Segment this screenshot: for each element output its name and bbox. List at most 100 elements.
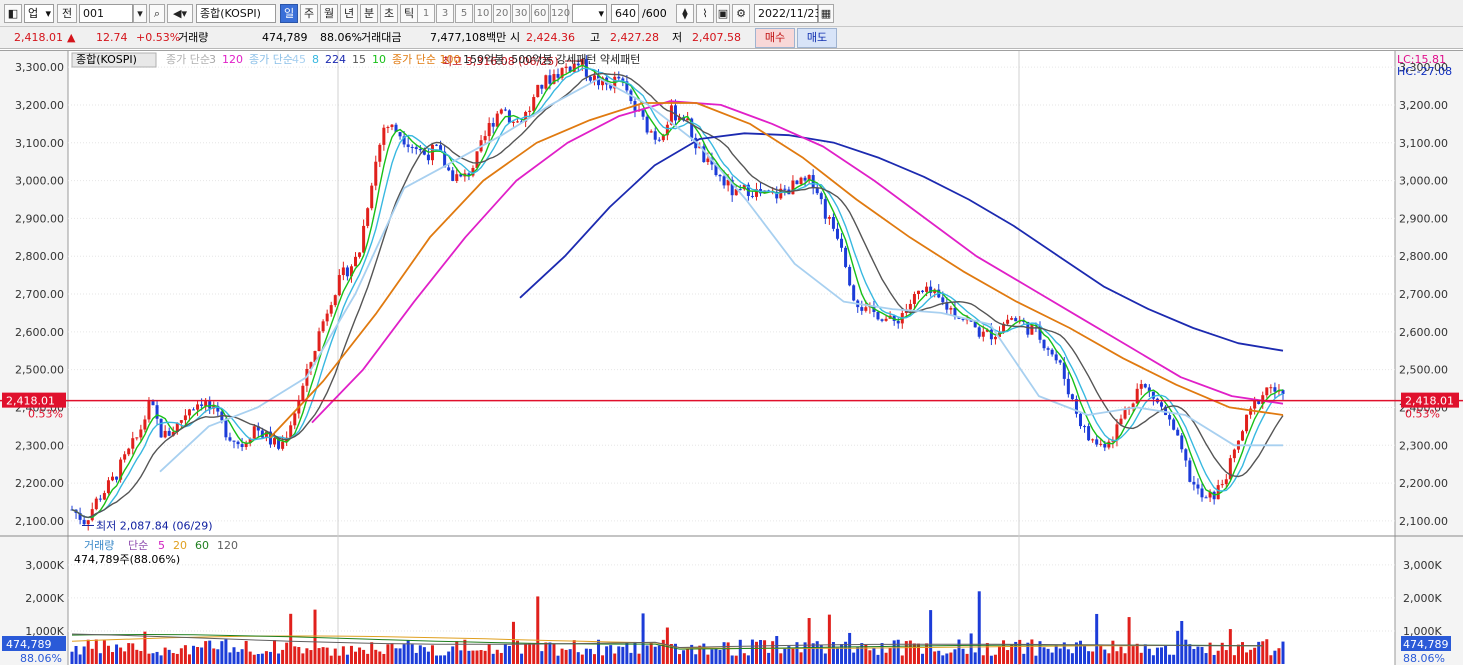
volume-bar xyxy=(969,633,973,664)
candle-body xyxy=(993,336,997,340)
candle-icon[interactable]: ⧫ xyxy=(676,4,694,23)
volume-bar xyxy=(1228,629,1232,664)
volume-bar xyxy=(657,645,661,664)
volume-bar xyxy=(645,645,649,664)
candle-body xyxy=(1103,443,1107,448)
period-tab-4[interactable]: 분 xyxy=(360,4,378,23)
candle-body xyxy=(1240,431,1244,441)
volume-bar xyxy=(74,645,78,664)
volume-bar xyxy=(921,653,925,664)
volume-bar xyxy=(200,647,204,664)
date-input[interactable]: 2022/11/23 xyxy=(754,4,821,23)
candle-body xyxy=(1083,426,1087,428)
volume-bar xyxy=(1115,651,1119,664)
volume-bar xyxy=(341,646,345,664)
period-tab-2[interactable]: 월 xyxy=(320,4,338,23)
interval-button-120[interactable]: 120 xyxy=(550,4,570,23)
gear-icon[interactable]: ⚙ xyxy=(732,4,750,23)
candle-body xyxy=(382,127,386,145)
volume-bar xyxy=(196,647,200,664)
count-input[interactable]: 640 xyxy=(611,4,639,23)
candle-body xyxy=(1107,441,1111,448)
period-tab-1[interactable]: 주 xyxy=(300,4,318,23)
volume-bar xyxy=(536,596,540,664)
volume-bar xyxy=(1176,630,1180,664)
save-icon[interactable]: ▣ xyxy=(716,4,730,23)
volume-bar xyxy=(584,648,588,664)
volume-bar xyxy=(900,655,904,664)
volume-bar xyxy=(1111,640,1115,664)
candle-body xyxy=(386,127,390,129)
candle-body xyxy=(564,66,568,69)
volume-bar xyxy=(831,642,835,664)
volume-bar xyxy=(653,646,657,664)
period-tab-6[interactable]: 틱 xyxy=(400,4,418,23)
candle-body xyxy=(483,136,487,141)
interval-button-3[interactable]: 3 xyxy=(436,4,454,23)
candle-body xyxy=(200,404,204,406)
candle-body xyxy=(398,132,402,137)
candle-body xyxy=(418,149,422,151)
volume-bar xyxy=(1123,653,1127,664)
candle-body xyxy=(378,144,382,162)
candle-body xyxy=(831,217,835,229)
volume-bar xyxy=(965,653,969,664)
candle-body xyxy=(516,121,520,123)
sell-button[interactable]: 매도 xyxy=(797,28,837,48)
candle-body xyxy=(252,426,256,439)
sound-icon[interactable]: ◀▾ xyxy=(167,4,193,23)
volume-bar xyxy=(1131,646,1135,664)
volume-bar xyxy=(439,655,443,664)
calendar-icon[interactable]: ▦ xyxy=(818,4,834,23)
indicator-icon[interactable]: ⌇ xyxy=(696,4,714,23)
market-select[interactable]: 업 ▾ xyxy=(24,4,54,23)
volume-bar xyxy=(835,647,839,664)
period-tab-5[interactable]: 초 xyxy=(380,4,398,23)
volume-bar xyxy=(588,648,592,664)
candle-body xyxy=(475,151,479,168)
buy-button[interactable]: 매수 xyxy=(755,28,795,48)
volume-bar xyxy=(1058,648,1062,664)
candle-body xyxy=(1087,426,1091,441)
interval-button-60[interactable]: 60 xyxy=(531,4,549,23)
candle-body xyxy=(390,124,394,128)
candle-body xyxy=(192,409,196,411)
volume-bar xyxy=(686,648,690,664)
candle-body xyxy=(1204,497,1208,499)
volume-bar xyxy=(216,649,220,664)
interval-button-1[interactable]: 1 xyxy=(417,4,435,23)
volume-bar xyxy=(1099,645,1103,664)
candle-body xyxy=(1099,443,1103,445)
volume-bar xyxy=(1265,639,1269,664)
period-tab-0[interactable]: 일 xyxy=(280,4,298,23)
period-tab-3[interactable]: 년 xyxy=(340,4,358,23)
interval-button-10[interactable]: 10 xyxy=(474,4,492,23)
interval-custom-input[interactable]: ▾ xyxy=(572,4,607,23)
volume-bar xyxy=(119,647,123,664)
search-icon[interactable]: ⌕ xyxy=(149,4,165,23)
volume-bar xyxy=(135,649,139,664)
interval-button-30[interactable]: 30 xyxy=(512,4,530,23)
chart-layout-icon[interactable]: ◧ xyxy=(4,4,22,23)
volume-bar xyxy=(1022,653,1026,664)
volume-bar xyxy=(548,642,552,664)
candle-body xyxy=(131,438,135,449)
price-chart[interactable]: 3,300.00 3,300.003,200.00 3,200.003,100.00… xyxy=(0,51,1463,665)
interval-button-20[interactable]: 20 xyxy=(493,4,511,23)
code-input[interactable]: 001 xyxy=(79,4,133,23)
candle-body xyxy=(293,413,297,426)
code-dropdown-icon[interactable]: ▾ xyxy=(133,4,147,23)
volume-bar xyxy=(1070,653,1074,664)
candle-body xyxy=(1200,488,1204,498)
chevron-down-icon: ▾ xyxy=(45,7,51,20)
volume-bar xyxy=(175,653,179,664)
volume-bar xyxy=(1091,651,1095,664)
name-field[interactable]: 종합(KOSPI) xyxy=(196,4,276,23)
prev-button[interactable]: 전 xyxy=(57,4,77,23)
candle-body xyxy=(1232,449,1236,459)
interval-button-5[interactable]: 5 xyxy=(455,4,473,23)
candle-body xyxy=(840,238,844,248)
chart-area[interactable]: 3,300.00 3,300.00 3,200.00 3,200.00 3,100.00… xyxy=(0,50,1463,665)
candle-body xyxy=(803,177,807,181)
vol-legend-ma-20: 20 xyxy=(173,539,187,552)
